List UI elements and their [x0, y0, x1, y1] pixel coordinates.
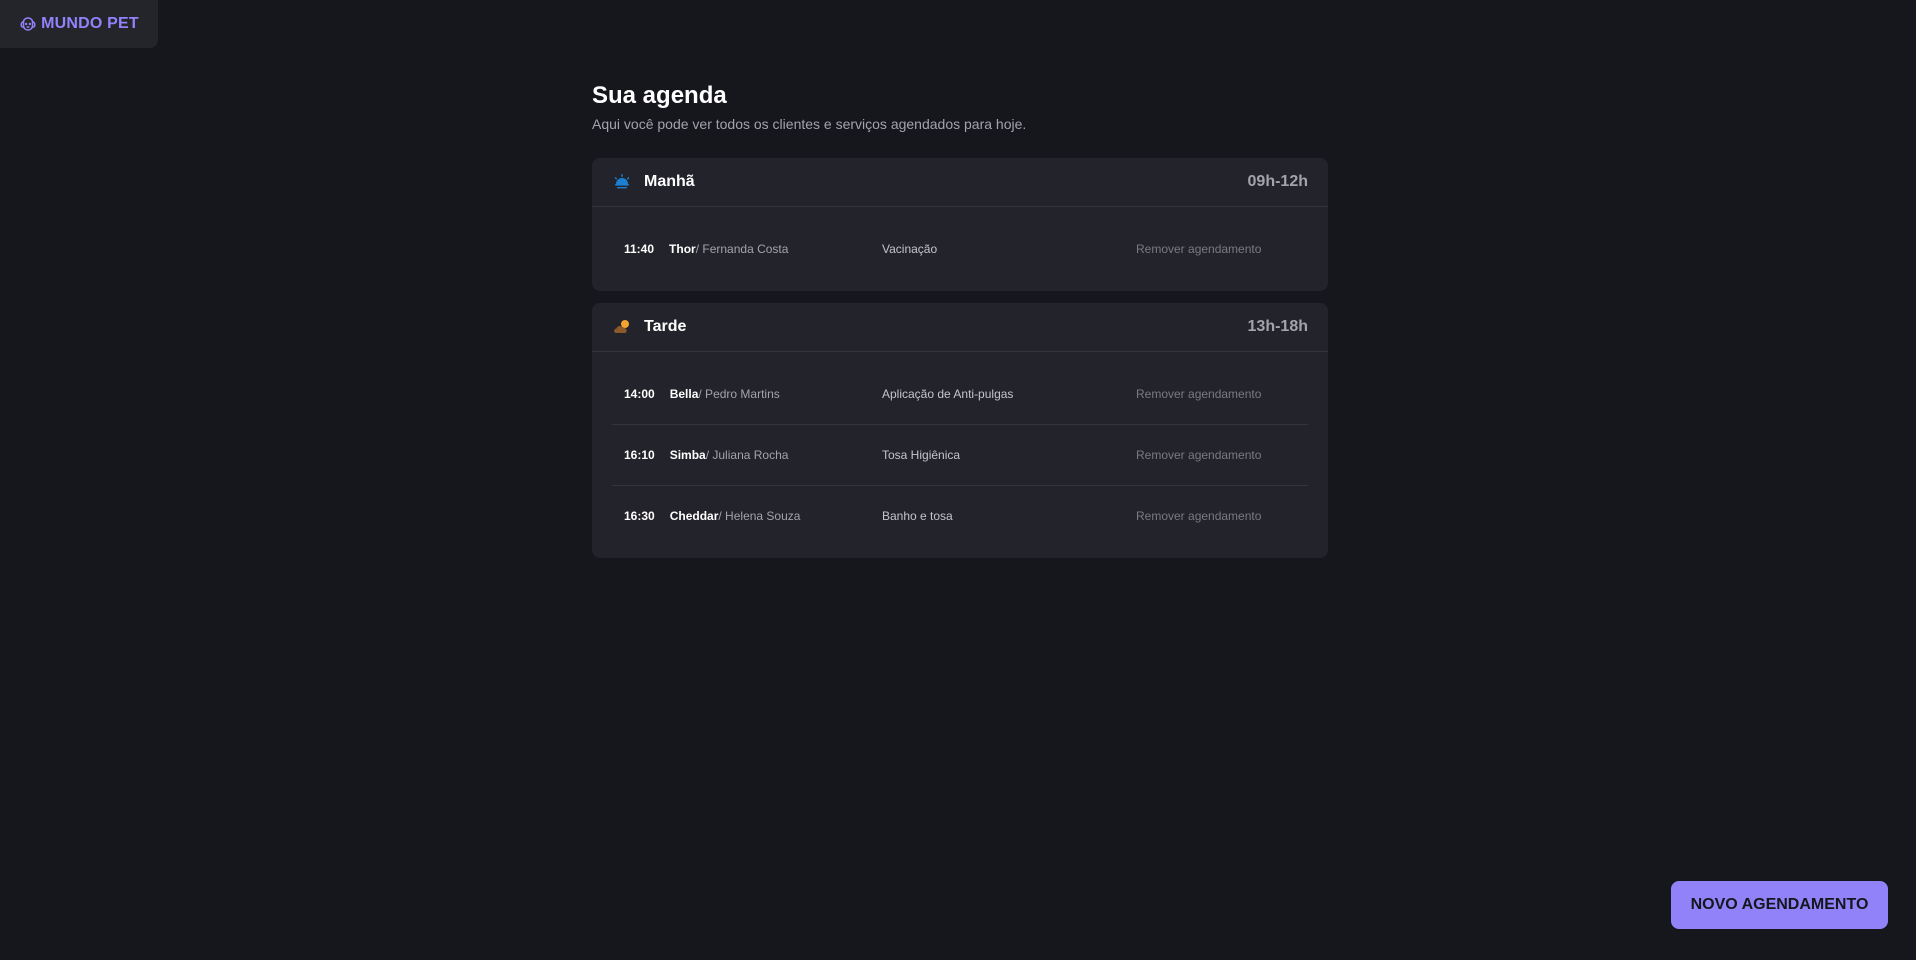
appointment-owner: / Fernanda Costa: [695, 242, 789, 256]
period-name: Tarde: [644, 318, 687, 335]
period-afternoon: Tarde 13h-18h 14:00 Bella / Pedro Martin…: [592, 303, 1328, 558]
app-logo[interactable]: MUNDO PET: [0, 0, 158, 48]
remove-appointment-link[interactable]: Remover agendamento: [1136, 242, 1261, 256]
appointment-row: 16:10 Simba / Juliana Rocha Tosa Higiêni…: [612, 425, 1308, 486]
appointment-service: Vacinação: [882, 242, 938, 256]
remove-appointment-link[interactable]: Remover agendamento: [1136, 509, 1261, 523]
cloud-sun-icon: [612, 317, 632, 337]
new-appointment-button[interactable]: NOVO AGENDAMENTO: [1671, 881, 1888, 929]
appointment-pet: Cheddar: [669, 509, 719, 523]
appointment-row: 14:00 Bella / Pedro Martins Aplicação de…: [612, 364, 1308, 425]
appointment-owner: / Juliana Rocha: [705, 448, 789, 462]
period-header: Manhã 09h-12h: [592, 158, 1328, 207]
appointment-owner: / Helena Souza: [718, 509, 801, 523]
appointment-time: 16:10: [624, 448, 655, 462]
appointment-service: Tosa Higiênica: [882, 448, 961, 462]
period-range: 09h-12h: [1247, 173, 1308, 190]
sunrise-icon: [612, 172, 632, 192]
page-title: Sua agenda: [592, 82, 727, 109]
appointment-pet: Thor: [669, 242, 696, 256]
appointment-service: Banho e tosa: [882, 509, 953, 523]
dog-paw-icon: [19, 15, 37, 33]
appointment-pet: Bella: [669, 387, 699, 401]
page-subtitle: Aqui você pode ver todos os clientes e s…: [592, 116, 1027, 132]
period-range: 13h-18h: [1247, 318, 1308, 335]
appointment-service: Aplicação de Anti-pulgas: [882, 387, 1014, 401]
appointment-pet: Simba: [669, 448, 706, 462]
appointment-owner: / Pedro Martins: [698, 387, 780, 401]
period-name: Manhã: [644, 173, 695, 190]
remove-appointment-link[interactable]: Remover agendamento: [1136, 387, 1261, 401]
period-header: Tarde 13h-18h: [592, 303, 1328, 352]
appointment-time: 16:30: [624, 509, 655, 523]
brand-name: MUNDO PET: [41, 15, 139, 32]
appointment-list: 14:00 Bella / Pedro Martins Aplicação de…: [592, 352, 1328, 558]
appointment-row: 16:30 Cheddar / Helena Souza Banho e tos…: [612, 486, 1308, 546]
appointment-time: 14:00: [624, 387, 655, 401]
period-morning: Manhã 09h-12h 11:40 Thor / Fernanda Cost…: [592, 158, 1328, 291]
appointment-list: 11:40 Thor / Fernanda Costa Vacinação Re…: [592, 207, 1328, 291]
appointment-time: 11:40: [624, 242, 655, 256]
appointment-row: 11:40 Thor / Fernanda Costa Vacinação Re…: [612, 219, 1308, 279]
schedule-main: Sua agenda Aqui você pode ver todos os c…: [592, 80, 1328, 558]
remove-appointment-link[interactable]: Remover agendamento: [1136, 448, 1261, 462]
